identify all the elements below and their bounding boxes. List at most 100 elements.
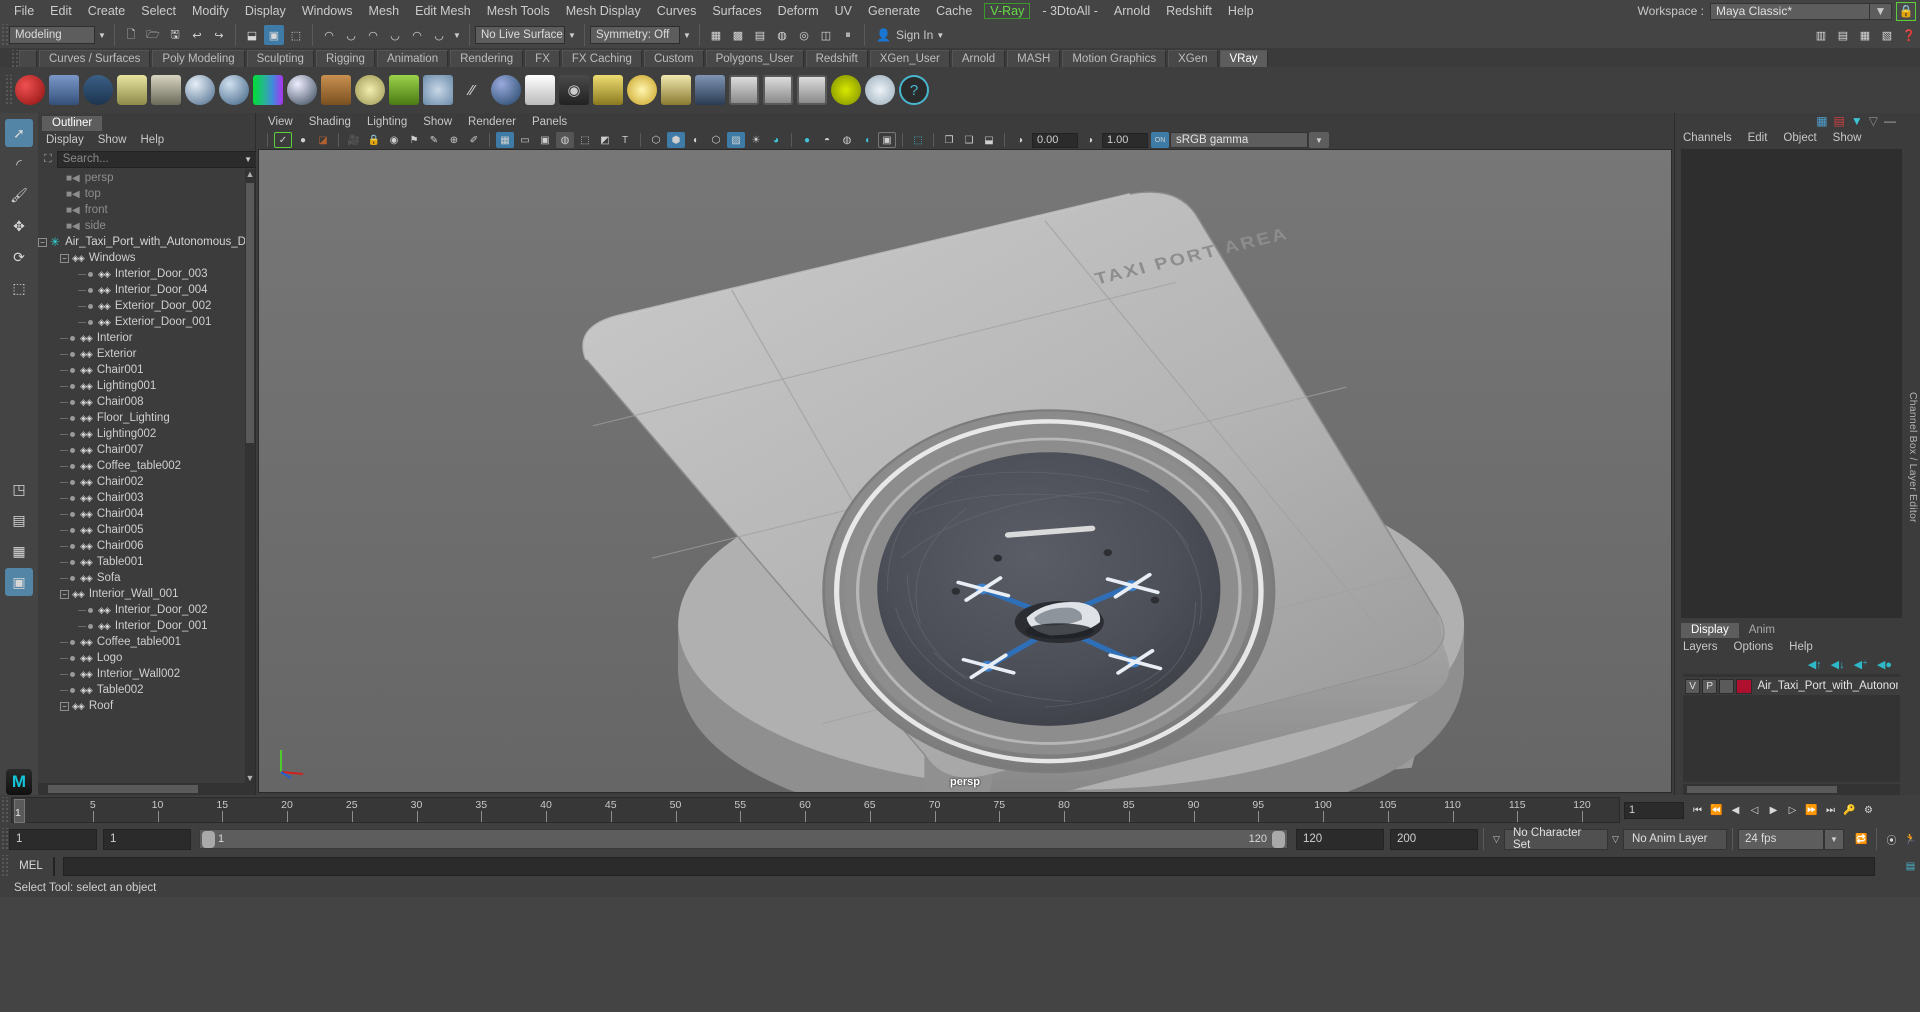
- menu-item-file[interactable]: File: [6, 2, 42, 20]
- smooth-shading-icon[interactable]: ⬢: [667, 132, 685, 148]
- symmetry-field[interactable]: Symmetry: Off: [590, 26, 680, 44]
- timeslider-grip[interactable]: [0, 797, 9, 823]
- lasso-tool-icon[interactable]: ◜: [5, 150, 33, 178]
- outliner-item-chair005[interactable]: ◈◈ Chair005: [38, 522, 255, 538]
- layer-menu-help[interactable]: Help: [1789, 641, 1813, 653]
- outliner-item-table002[interactable]: ◈◈ Table002: [38, 682, 255, 698]
- resolution-gate-icon[interactable]: ▣: [536, 132, 554, 148]
- anim-layer-dropdown-icon[interactable]: ▽: [1608, 834, 1623, 845]
- viewport-menu-shading[interactable]: Shading: [309, 116, 351, 128]
- select-camera-icon[interactable]: ✓: [274, 132, 292, 148]
- menu-item-select[interactable]: Select: [133, 2, 184, 20]
- shaded-wireframe-icon[interactable]: ⬡: [707, 132, 725, 148]
- xray-joints-icon[interactable]: ⬚: [576, 132, 594, 148]
- collapse-icon[interactable]: —: [1884, 114, 1896, 128]
- range-start-handle[interactable]: [202, 830, 215, 848]
- outliner-menu-show[interactable]: Show: [98, 134, 127, 146]
- viewport-menu-lighting[interactable]: Lighting: [367, 116, 407, 128]
- scrollbar-thumb[interactable]: [1687, 786, 1837, 793]
- cmdline-grip[interactable]: [0, 855, 9, 877]
- persp-outliner-layout-icon[interactable]: ▤: [5, 506, 33, 534]
- outliner-tree[interactable]: ■◀ persp ■◀ top ■◀ front ■◀ side − ✳ Air_Taxi_Port…: [38, 169, 255, 783]
- camera-lock-icon[interactable]: 🔒: [365, 132, 383, 148]
- shadows-icon[interactable]: ◕: [767, 132, 785, 148]
- time-slider[interactable]: 1 5 10 15 20 25 30 35 40 45 50 55 60 65 70 75 80 85 90 95 1…: [11, 797, 1620, 823]
- exposure-field[interactable]: 0.00: [1032, 132, 1078, 148]
- screen-space-ao-icon[interactable]: ●: [798, 132, 816, 148]
- step-forward-key-icon[interactable]: ⏩: [1802, 801, 1821, 819]
- grease-eraser-icon[interactable]: ✐: [465, 132, 483, 148]
- snap-to-grid-icon[interactable]: ◠: [319, 25, 339, 45]
- new-scene-icon[interactable]: 🗋: [121, 25, 141, 45]
- xray-icon[interactable]: ◩: [596, 132, 614, 148]
- layer-name[interactable]: Air_Taxi_Port_with_Autonomou: [1757, 680, 1898, 692]
- expander-icon[interactable]: −: [38, 237, 47, 247]
- help-toggle-icon[interactable]: ❓: [1899, 25, 1919, 45]
- shelf-tab-polygons-user[interactable]: Polygons_User: [705, 50, 804, 67]
- vray-light-dome-icon[interactable]: [117, 75, 147, 105]
- camera-bookmark-icon[interactable]: ◉: [385, 132, 403, 148]
- chevron-down-icon[interactable]: ▼: [1870, 2, 1892, 20]
- flat-shading-icon[interactable]: ◐: [687, 132, 705, 148]
- range-slider-row[interactable]: 1 1 1 120 120 200 ▽ No Character Set ▽ N…: [0, 825, 1920, 853]
- command-input[interactable]: [53, 856, 55, 876]
- auto-key-icon[interactable]: 🔑: [1840, 801, 1859, 819]
- channel-box-menu-bar[interactable]: Channels Edit Object Show: [1675, 129, 1906, 147]
- outliner-item-coffee_table001[interactable]: ◈◈ Coffee_table001: [38, 634, 255, 650]
- shelf-tab-custom[interactable]: Custom: [643, 50, 704, 67]
- anim-end-field[interactable]: 200: [1390, 828, 1478, 850]
- outliner-item-interior[interactable]: ◈◈ Interior: [38, 330, 255, 346]
- outliner-item-exterior[interactable]: ◈◈ Exterior: [38, 346, 255, 362]
- display-layer-list[interactable]: V P Air_Taxi_Port_with_Autonomou: [1683, 674, 1900, 782]
- viewport-menu-show[interactable]: Show: [423, 116, 452, 128]
- vray-ies-light-icon[interactable]: [593, 75, 623, 105]
- vray-cloud-icon[interactable]: [865, 75, 895, 105]
- layer-editor-icon-row[interactable]: ◀↑ ◀↓ ◀⁺ ◀●: [1675, 656, 1906, 672]
- vray-material2-icon[interactable]: [219, 75, 249, 105]
- chevron-down-icon[interactable]: ▼: [565, 31, 579, 40]
- shelf-tab-curves-surfaces[interactable]: Curves / Surfaces: [39, 50, 151, 67]
- outliner-item-coffee_table002[interactable]: ◈◈ Coffee_table002: [38, 458, 255, 474]
- vray-scatter-icon[interactable]: [831, 75, 861, 105]
- status-toolbar[interactable]: Modeling ▼ 🗋 🗁 🖫 ↩ ↪ ⬓ ▣ ⬚ ◠ ◡ ◠ ◡ ◠ ◡ ▼…: [0, 22, 1920, 48]
- layer-visibility-toggle[interactable]: V: [1685, 678, 1701, 694]
- render-view-icon[interactable]: ▦: [706, 25, 726, 45]
- layer-row[interactable]: V P Air_Taxi_Port_with_Autonomou: [1683, 677, 1900, 695]
- select-by-component-icon[interactable]: ⬚: [286, 25, 306, 45]
- outliner-item-interior_wall002[interactable]: ◈◈ Interior_Wall002: [38, 666, 255, 682]
- shelf-icon-bar[interactable]: ⁄⁄ ◉ ?: [0, 67, 1920, 113]
- live-surface-field[interactable]: No Live Surface: [475, 26, 565, 44]
- open-scene-icon[interactable]: 🗁: [143, 25, 163, 45]
- attribute-editor-icon[interactable]: ▤: [1834, 114, 1845, 128]
- outliner-item-chair008[interactable]: ◈◈ Chair008: [38, 394, 255, 410]
- viewport-clear-icon[interactable]: ⬓: [980, 132, 998, 148]
- outliner-item-front[interactable]: ■◀ front: [38, 202, 255, 218]
- outliner-item-lighting001[interactable]: ◈◈ Lighting001: [38, 378, 255, 394]
- scrollbar-thumb[interactable]: [246, 183, 254, 443]
- layer-menu-layers[interactable]: Layers: [1683, 641, 1718, 653]
- image-plane-icon[interactable]: ⊕: [445, 132, 463, 148]
- vray-displacement-icon[interactable]: [321, 75, 351, 105]
- menu-item-cache[interactable]: Cache: [928, 2, 980, 20]
- exposure-icon[interactable]: ◑: [1011, 132, 1029, 148]
- shelf-tab-rigging[interactable]: Rigging: [315, 50, 375, 67]
- menu-item-redshift[interactable]: Redshift: [1158, 2, 1220, 20]
- vray-fur-icon[interactable]: [389, 75, 419, 105]
- menu-item-3dtoall[interactable]: - 3DtoAll -: [1034, 2, 1106, 20]
- outliner-toggle-icon[interactable]: ◫: [816, 25, 836, 45]
- chevron-down-icon[interactable]: ▼: [680, 31, 694, 40]
- tool-settings-toggle-icon[interactable]: ▦: [1855, 25, 1875, 45]
- tool-box[interactable]: ➚ ◜ 🖌 ✥ ⟳ ⬚ ◳ ▤ ▦ ▣ M: [0, 113, 38, 795]
- gamma-icon[interactable]: ◑: [1081, 132, 1099, 148]
- outliner-item-sofa[interactable]: ◈◈ Sofa: [38, 570, 255, 586]
- outliner-item-exterior_door_002[interactable]: ◈◈ Exterior_Door_002: [38, 298, 255, 314]
- shelf-tab-bar[interactable]: Curves / Surfaces Poly Modeling Sculptin…: [0, 48, 1920, 67]
- menu-item-display[interactable]: Display: [237, 2, 294, 20]
- attribute-panel-icon[interactable]: ▽: [1869, 114, 1878, 128]
- script-editor-icon[interactable]: ▤: [1901, 857, 1920, 875]
- outliner-item-windows[interactable]: − ◈◈ Windows: [38, 250, 255, 266]
- gamma-field[interactable]: 1.00: [1102, 132, 1148, 148]
- layer-type-toggle[interactable]: [1719, 678, 1735, 694]
- vray-help-icon[interactable]: ?: [899, 75, 929, 105]
- menu-item-edit-mesh[interactable]: Edit Mesh: [407, 2, 479, 20]
